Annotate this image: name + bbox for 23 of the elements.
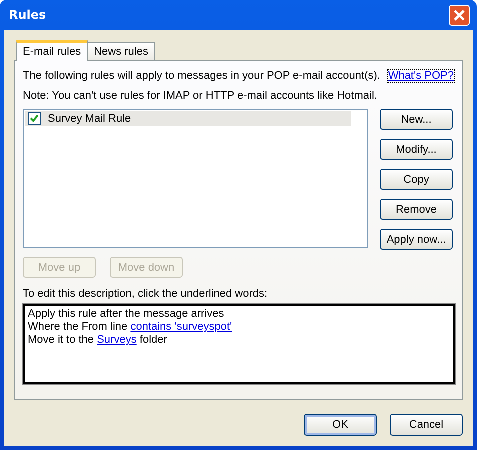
description-line: Move it to the Surveys folder — [28, 334, 168, 347]
rule-link[interactable]: contains 'surveyspot' — [130, 321, 232, 333]
dialog-button[interactable]: Cancel — [390, 414, 463, 436]
tab[interactable]: E-mail rules — [16, 40, 88, 61]
tab[interactable]: News rules — [87, 42, 156, 60]
close-button[interactable] — [449, 4, 470, 26]
note-text: Note: You can't use rules for IMAP or HTTP e-mail accounts like Hotmail. — [23, 90, 378, 102]
checkbox[interactable] — [28, 112, 41, 125]
dialog-button[interactable]: OK — [304, 414, 377, 436]
description-line: Apply this rule after the message arrives — [28, 308, 226, 321]
action-button[interactable]: Modify... — [380, 139, 453, 160]
action-button[interactable]: Copy — [380, 169, 453, 190]
action-button[interactable]: Remove — [380, 199, 453, 220]
rule-item[interactable]: Survey Mail Rule — [25, 111, 351, 126]
description-label: To edit this description, click the underlined words: — [23, 288, 269, 300]
help-link[interactable]: What's POP? — [388, 70, 454, 82]
intro-text: The following rules will apply to messages in your POP e-mail account(s). — [23, 70, 380, 82]
action-button[interactable]: New... — [380, 109, 453, 130]
action-button[interactable]: Apply now... — [380, 229, 453, 250]
rule-link[interactable]: Surveys — [97, 334, 137, 346]
close-icon — [453, 8, 466, 22]
window-title: Rules — [9, 8, 46, 22]
description-line: Where the From line contains 'surveyspot' — [28, 321, 234, 334]
